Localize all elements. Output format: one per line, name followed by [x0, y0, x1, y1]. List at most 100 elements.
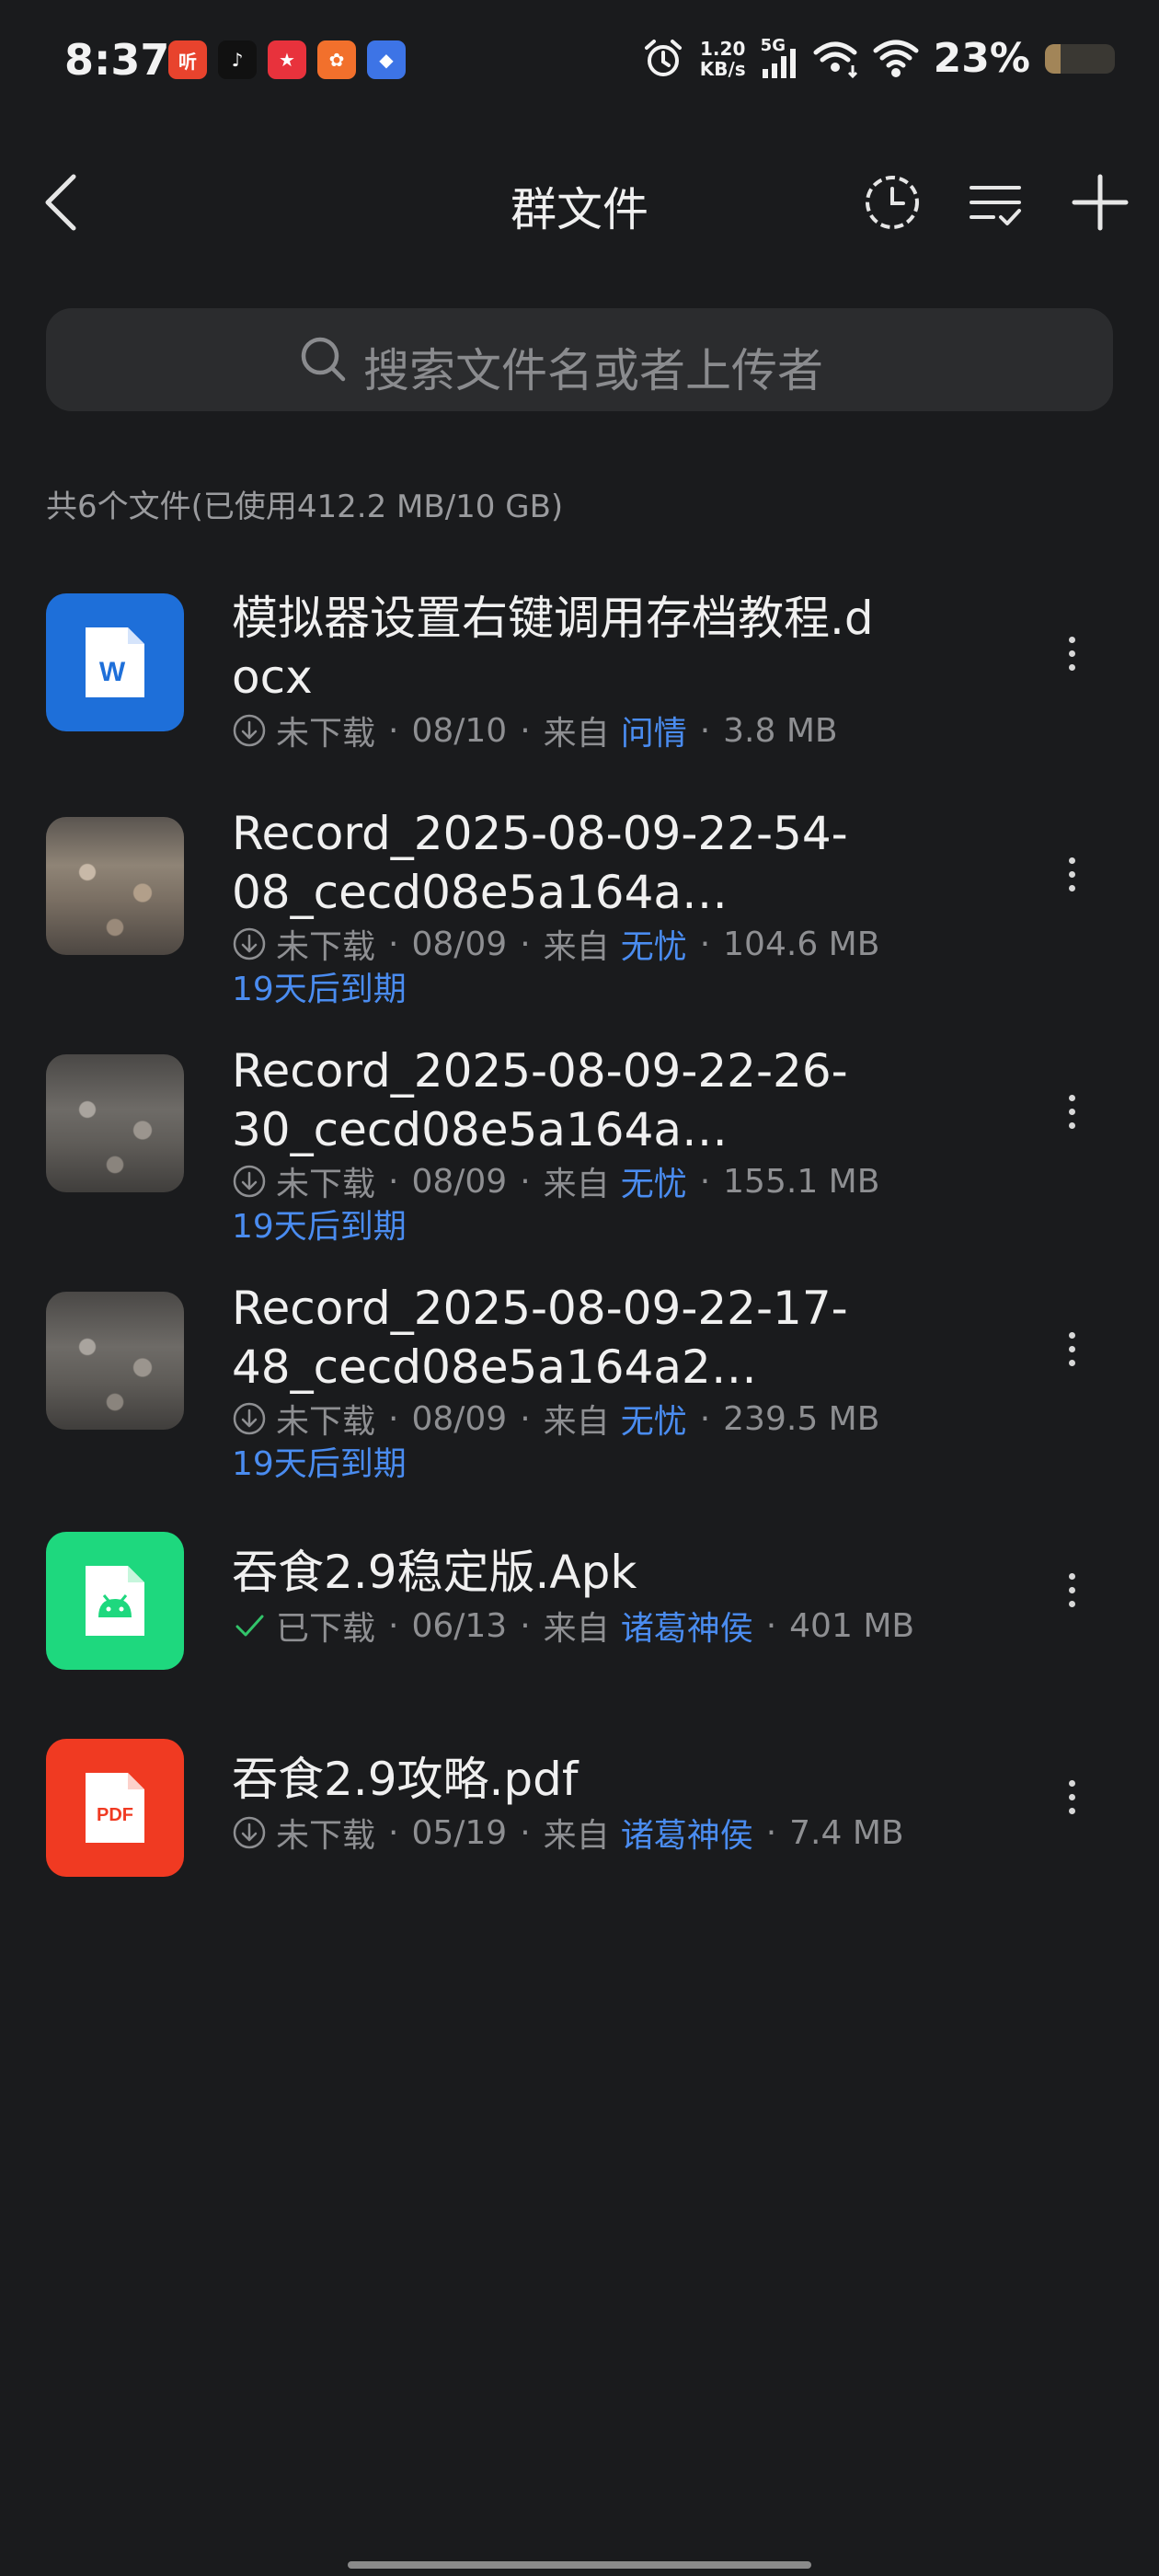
download-status: 未下载 [276, 1403, 376, 1441]
download-icon [233, 1165, 266, 1198]
file-list-item[interactable]: Record_2025-08-09-22-54-08_cecd08e5a164a… [0, 791, 1159, 1008]
separator-dot: · [520, 1606, 531, 1645]
uploader-name[interactable]: 诸葛神侯 [621, 1602, 753, 1650]
separator-dot: · [520, 1162, 531, 1201]
cellular-signal: 5G [761, 36, 798, 80]
separator-dot: · [699, 1399, 711, 1438]
system-indicators: 1.20 KB/s 5G 23% [641, 35, 1115, 82]
upload-date: 08/09 [411, 925, 508, 963]
file-size: 239.5 MB [723, 1399, 880, 1438]
download-status: 未下载 [276, 1817, 376, 1855]
file-type-icon: PDF [46, 1739, 184, 1877]
file-size: 401 MB [789, 1606, 915, 1645]
more-options-icon[interactable] [1058, 621, 1085, 685]
separator-dot: · [388, 1606, 399, 1645]
check-icon [235, 1615, 264, 1637]
file-meta: 未下载 · 08/09 · 来自 无忧 · 155.1 MB [232, 1157, 879, 1205]
from-label: 来自 [543, 1610, 610, 1648]
separator-dot: · [699, 1162, 711, 1201]
blue-app-icon: ◆ [367, 40, 406, 79]
storage-summary: 共6个文件(已使用412.2 MB/10 GB) [46, 489, 564, 525]
upload-date: 05/19 [411, 1813, 508, 1852]
upload-date: 08/10 [411, 711, 508, 750]
file-name: Record_2025-08-09-22-54-08_cecd08e5a164a… [232, 807, 848, 919]
separator-dot: · [388, 711, 399, 750]
from-label: 来自 [543, 928, 610, 966]
file-size: 3.8 MB [723, 711, 838, 750]
uploader-name[interactable]: 无忧 [621, 1395, 687, 1443]
net-speed: 1.20 KB/s [700, 39, 746, 79]
separator-dot: · [388, 1399, 399, 1438]
separator-dot: · [699, 711, 711, 750]
expire-notice: 19天后到期 [232, 1208, 407, 1246]
uploader-name[interactable]: 无忧 [621, 920, 687, 968]
more-options-icon[interactable] [1058, 842, 1085, 906]
separator-dot: · [765, 1813, 777, 1852]
from-label: 来自 [543, 1403, 610, 1441]
separator-dot: · [520, 1813, 531, 1852]
expire-notice: 19天后到期 [232, 971, 407, 1008]
separator-dot: · [699, 925, 711, 963]
search-icon [301, 337, 346, 382]
top-bar: 群文件 [0, 156, 1159, 248]
status-bar: 8:37 听 ♪ ★ ✿ ◆ 1.20 KB/s 5G 23% [0, 0, 1159, 129]
game-app-icon: ★ [268, 40, 306, 79]
video-thumbnail-image [46, 817, 184, 955]
download-icon [233, 927, 266, 960]
word-icon-label: W [99, 657, 126, 687]
more-options-icon[interactable] [1058, 1765, 1085, 1829]
file-list-item[interactable]: 吞食2.9稳定版.Apk 已下载 · 06/13 · 来自 诸葛神侯 · 401 MB [0, 1504, 1159, 1716]
download-status: 已下载 [276, 1610, 376, 1648]
separator-dot: · [520, 1399, 531, 1438]
home-indicator[interactable] [348, 2561, 811, 2569]
upload-date: 08/09 [411, 1399, 508, 1438]
more-options-icon[interactable] [1058, 1558, 1085, 1622]
signal-bars-icon [762, 48, 796, 78]
download-icon [233, 1816, 266, 1849]
file-meta: 已下载 · 06/13 · 来自 诸葛神侯 · 401 MB [232, 1602, 914, 1650]
file-list-item[interactable]: Record_2025-08-09-22-17-48_cecd08e5a164a… [0, 1266, 1159, 1483]
orange-app-icon: ✿ [317, 40, 356, 79]
file-type-icon [46, 1532, 184, 1670]
file-name: Record_2025-08-09-22-26-30_cecd08e5a164a… [232, 1044, 848, 1156]
battery-percent: 23% [933, 35, 1030, 82]
search-placeholder: 搜索文件名或者上传者 [363, 344, 823, 397]
download-status: 未下载 [276, 1166, 376, 1203]
more-options-icon[interactable] [1058, 1079, 1085, 1144]
wifi-icon [873, 40, 919, 77]
file-name: 吞食2.9攻略.pdf [232, 1753, 579, 1806]
video-thumbnail [46, 817, 184, 955]
download-icon [233, 1402, 266, 1435]
file-list-item[interactable]: PDF 吞食2.9攻略.pdf 未下载 · 05/19 · 来自 诸葛神侯 · 7.4 MB [0, 1711, 1159, 1923]
separator-dot: · [765, 1606, 777, 1645]
uploader-name[interactable]: 无忧 [621, 1157, 687, 1205]
multi-select-icon[interactable] [958, 166, 1032, 239]
uploader-name[interactable]: 诸葛神侯 [621, 1809, 753, 1857]
add-icon[interactable] [1063, 166, 1137, 239]
alarm-icon [644, 39, 682, 76]
download-icon [233, 714, 266, 747]
uploader-name[interactable]: 问情 [621, 707, 687, 754]
file-meta: 未下载 · 08/10 · 来自 问情 · 3.8 MB [232, 707, 838, 754]
separator-dot: · [388, 925, 399, 963]
more-options-icon[interactable] [1058, 1317, 1085, 1381]
file-list-item[interactable]: W 模拟器设置右键调用存档教程.docx 未下载 · 08/10 · 来自 问情 · 3.8 MB [0, 570, 1159, 782]
file-meta: 未下载 · 08/09 · 来自 无忧 · 239.5 MB [232, 1395, 879, 1443]
file-size: 7.4 MB [789, 1813, 904, 1852]
notification-app-icons: 听 ♪ ★ ✿ ◆ [168, 40, 406, 79]
separator-dot: · [520, 711, 531, 750]
search-input[interactable]: 搜索文件名或者上传者 [46, 308, 1113, 411]
battery-icon [1045, 43, 1115, 74]
expire-notice: 19天后到期 [232, 1445, 407, 1483]
separator-dot: · [520, 925, 531, 963]
file-name: 模拟器设置右键调用存档教程.docx [232, 592, 874, 704]
file-list-item[interactable]: Record_2025-08-09-22-26-30_cecd08e5a164a… [0, 1029, 1159, 1246]
music-app-icon: ♪ [218, 40, 257, 79]
file-name: 吞食2.9稳定版.Apk [232, 1546, 637, 1599]
history-clock-icon[interactable] [855, 166, 929, 239]
video-thumbnail [46, 1054, 184, 1192]
upload-date: 06/13 [411, 1606, 508, 1645]
word-icon: W [86, 627, 144, 697]
pdf-icon: PDF [86, 1773, 144, 1843]
from-label: 来自 [543, 1817, 610, 1855]
